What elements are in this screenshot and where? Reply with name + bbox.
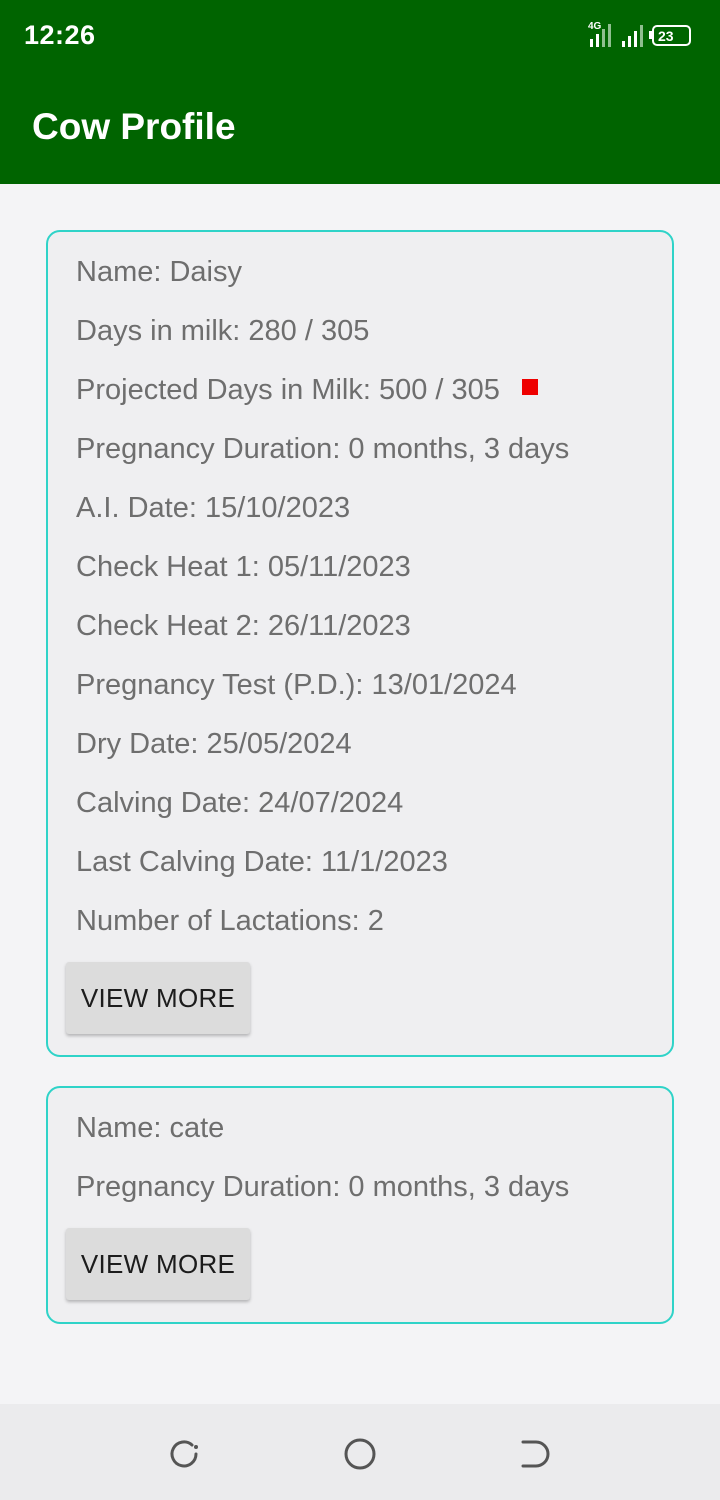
pregnancy-duration: Pregnancy Duration: 0 months, 3 days	[76, 433, 570, 465]
back-button[interactable]	[516, 1434, 556, 1474]
status-time: 12:26	[24, 20, 96, 50]
status-indicator-icon	[521, 379, 538, 395]
page-title: Cow Profile	[32, 106, 236, 147]
status-icons: 4G 23	[588, 20, 696, 50]
cow-name: Name: cate	[76, 1112, 225, 1144]
status-bar: 12:26 4G 23	[0, 0, 720, 76]
number-of-lactations: Number of Lactations: 2	[76, 905, 384, 937]
pregnancy-test: Pregnancy Test (P.D.): 13/01/2024	[76, 669, 517, 701]
signal-battery-icon: 4G 23	[588, 21, 691, 47]
check-heat-1: Check Heat 1: 05/11/2023	[76, 551, 411, 583]
battery-level: 23	[658, 28, 674, 44]
home-icon	[344, 1438, 376, 1470]
cow-card-daisy: Name: Daisy Days in milk: 280 / 305 Proj…	[46, 230, 674, 1057]
days-in-milk: Days in milk: 280 / 305	[76, 315, 370, 347]
cow-list: Name: Daisy Days in milk: 280 / 305 Proj…	[0, 184, 720, 1404]
check-heat-2: Check Heat 2: 26/11/2023	[76, 610, 411, 642]
battery-icon: 23	[649, 25, 691, 46]
recents-icon	[170, 1440, 198, 1468]
navigation-bar	[0, 1404, 720, 1500]
recents-button[interactable]	[164, 1434, 204, 1474]
projected-days-in-milk: Projected Days in Milk: 500 / 305	[76, 374, 500, 406]
cow-name: Name: Daisy	[76, 256, 242, 288]
back-icon	[521, 1440, 550, 1468]
signal-strength-icon-2	[622, 25, 643, 47]
last-calving-date: Last Calving Date: 11/1/2023	[76, 846, 448, 878]
pregnancy-duration: Pregnancy Duration: 0 months, 3 days	[76, 1171, 570, 1203]
app-bar: Cow Profile	[0, 76, 720, 184]
ai-date: A.I. Date: 15/10/2023	[76, 492, 351, 524]
view-more-button[interactable]: VIEW MORE	[66, 962, 250, 1034]
projected-days-in-milk-row: Projected Days in Milk: 500 / 305	[76, 374, 538, 407]
cow-card-cate: Name: cate Pregnancy Duration: 0 months,…	[46, 1086, 674, 1324]
dry-date: Dry Date: 25/05/2024	[76, 728, 352, 760]
home-button[interactable]	[340, 1434, 380, 1474]
network-type-label: 4G	[588, 21, 602, 32]
view-more-button[interactable]: VIEW MORE	[66, 1228, 250, 1300]
calving-date: Calving Date: 24/07/2024	[76, 787, 404, 819]
